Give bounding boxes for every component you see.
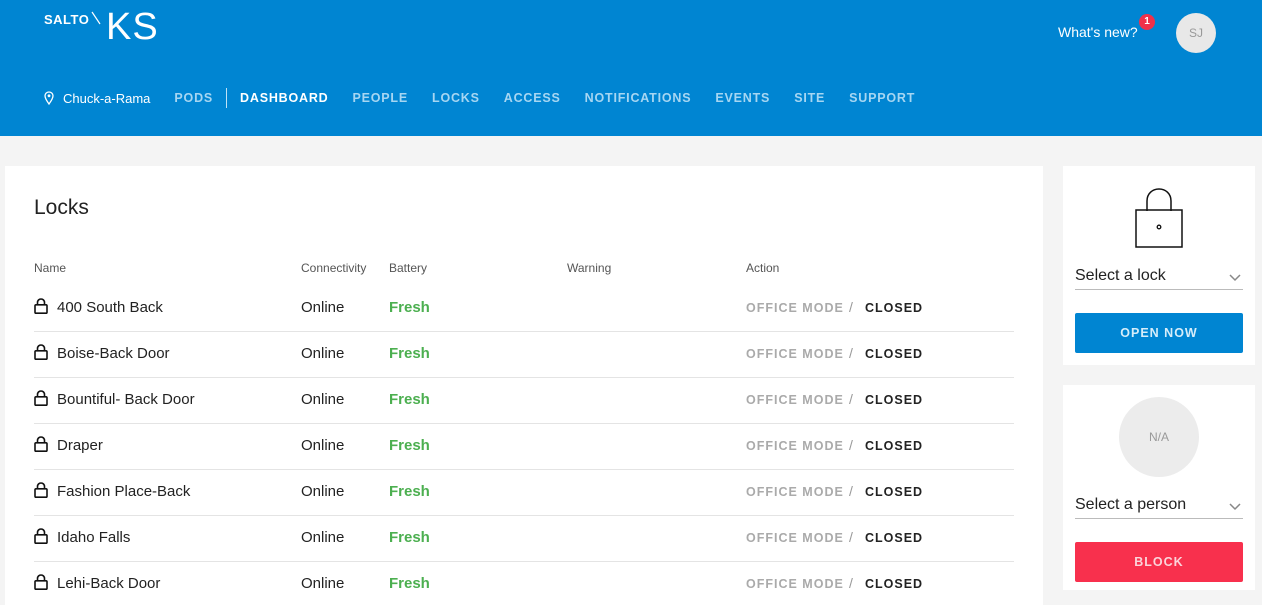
table-row: Fashion Place-Back Online Fresh OFFICE MODE… [34, 470, 1014, 516]
office-mode-button[interactable]: OFFICE MODE [746, 485, 844, 499]
block-button[interactable]: BLOCK [1075, 542, 1243, 582]
user-avatar[interactable]: SJ [1176, 13, 1216, 53]
logo-ks-text: KS [106, 6, 159, 48]
action-separator: / [849, 575, 853, 591]
top-header: SALTO KS What's new? 1 SJ Chuck-a-Rama P… [0, 0, 1262, 136]
office-mode-button[interactable]: OFFICE MODE [746, 301, 844, 315]
office-mode-button[interactable]: OFFICE MODE [746, 347, 844, 361]
lock-name[interactable]: Lehi-Back Door [57, 575, 160, 592]
battery-status: Fresh [389, 299, 430, 316]
closed-button[interactable]: CLOSED [865, 393, 923, 407]
lock-select[interactable]: Select a lock [1075, 266, 1243, 290]
person-select-label: Select a person [1075, 496, 1187, 513]
table-row: Idaho Falls Online Fresh OFFICE MODE / CLOSED [34, 516, 1014, 562]
lock-select-label: Select a lock [1075, 267, 1166, 284]
closed-button[interactable]: CLOSED [865, 485, 923, 499]
lock-name[interactable]: Fashion Place-Back [57, 483, 190, 500]
table-row: Boise-Back Door Online Fresh OFFICE MODE / CL… [34, 332, 1014, 378]
closed-button[interactable]: CLOSED [865, 577, 923, 591]
column-header-name: Name [34, 261, 67, 275]
nav-pods[interactable]: PODS [174, 91, 213, 105]
connectivity-status: Online [301, 483, 345, 500]
closed-button[interactable]: CLOSED [865, 347, 923, 361]
padlock-icon [34, 436, 48, 452]
whats-new-link[interactable]: What's new? [1058, 24, 1138, 40]
action-separator: / [849, 437, 853, 453]
nav-events[interactable]: EVENTS [715, 91, 770, 105]
table-row: Lehi-Back Door Online Fresh OFFICE MODE / CLO… [34, 562, 1014, 605]
battery-status: Fresh [389, 529, 430, 546]
action-separator: / [849, 299, 853, 315]
block-person-panel: N/A Select a person BLOCK [1063, 385, 1255, 590]
office-mode-button[interactable]: OFFICE MODE [746, 531, 844, 545]
column-header-action: Action [746, 261, 780, 275]
nav-support[interactable]: SUPPORT [849, 91, 915, 105]
locks-card-title: Locks [34, 196, 89, 219]
connectivity-status: Online [301, 299, 345, 316]
padlock-icon [34, 574, 48, 590]
nav-site[interactable]: SITE [794, 91, 825, 105]
padlock-icon [1135, 188, 1183, 248]
connectivity-status: Online [301, 391, 345, 408]
office-mode-button[interactable]: OFFICE MODE [746, 439, 844, 453]
action-separator: / [849, 483, 853, 499]
lock-name[interactable]: Idaho Falls [57, 529, 130, 546]
closed-button[interactable]: CLOSED [865, 439, 923, 453]
table-row: Bountiful- Back Door Online Fresh OFFICE MO… [34, 378, 1014, 424]
closed-button[interactable]: CLOSED [865, 531, 923, 545]
person-select[interactable]: Select a person [1075, 495, 1243, 519]
chevron-down-icon [1229, 503, 1241, 511]
battery-status: Fresh [389, 345, 430, 362]
connectivity-status: Online [301, 345, 345, 362]
lock-name[interactable]: Draper [57, 437, 103, 454]
column-header-warning: Warning [567, 261, 612, 275]
connectivity-status: Online [301, 575, 345, 592]
nav-dashboard[interactable]: DASHBOARD [240, 91, 328, 105]
column-header-connectivity: Connectivity [301, 261, 367, 275]
site-selector[interactable]: Chuck-a-Rama [63, 91, 150, 106]
action-separator: / [849, 391, 853, 407]
connectivity-status: Online [301, 529, 345, 546]
padlock-icon [34, 298, 48, 314]
main-nav: Chuck-a-Rama PODS DASHBOARD PEOPLE LOCKS… [44, 88, 939, 108]
column-header-battery: Battery [389, 261, 428, 275]
padlock-icon [34, 344, 48, 360]
padlock-icon [34, 390, 48, 406]
locks-card: Locks Name Connectivity Battery Warning … [5, 166, 1043, 605]
map-pin-icon [44, 91, 54, 105]
connectivity-status: Online [301, 437, 345, 454]
lock-name[interactable]: Bountiful- Back Door [57, 391, 195, 408]
person-avatar: N/A [1119, 397, 1199, 477]
lock-name[interactable]: 400 South Back [57, 299, 163, 316]
table-row: Draper Online Fresh OFFICE MODE / CLOSED [34, 424, 1014, 470]
table-row: 400 South Back Online Fresh OFFICE MODE / CLO… [34, 286, 1014, 332]
open-lock-panel: Select a lock OPEN NOW [1063, 166, 1255, 365]
nav-notifications[interactable]: NOTIFICATIONS [585, 91, 692, 105]
nav-divider [226, 88, 228, 108]
office-mode-button[interactable]: OFFICE MODE [746, 577, 844, 591]
padlock-icon [34, 528, 48, 544]
battery-status: Fresh [389, 575, 430, 592]
battery-status: Fresh [389, 437, 430, 454]
nav-people[interactable]: PEOPLE [353, 91, 409, 105]
office-mode-button[interactable]: OFFICE MODE [746, 393, 844, 407]
battery-status: Fresh [389, 483, 430, 500]
padlock-icon [34, 482, 48, 498]
action-separator: / [849, 529, 853, 545]
logo-slash-icon [91, 11, 101, 25]
chevron-down-icon [1229, 274, 1241, 282]
battery-status: Fresh [389, 391, 430, 408]
nav-access[interactable]: ACCESS [504, 91, 561, 105]
open-now-button[interactable]: OPEN NOW [1075, 313, 1243, 353]
lock-name[interactable]: Boise-Back Door [57, 345, 170, 362]
nav-locks[interactable]: LOCKS [432, 91, 480, 105]
closed-button[interactable]: CLOSED [865, 301, 923, 315]
logo-salto-text: SALTO [44, 12, 90, 27]
action-separator: / [849, 345, 853, 361]
notification-badge: 1 [1139, 14, 1155, 30]
